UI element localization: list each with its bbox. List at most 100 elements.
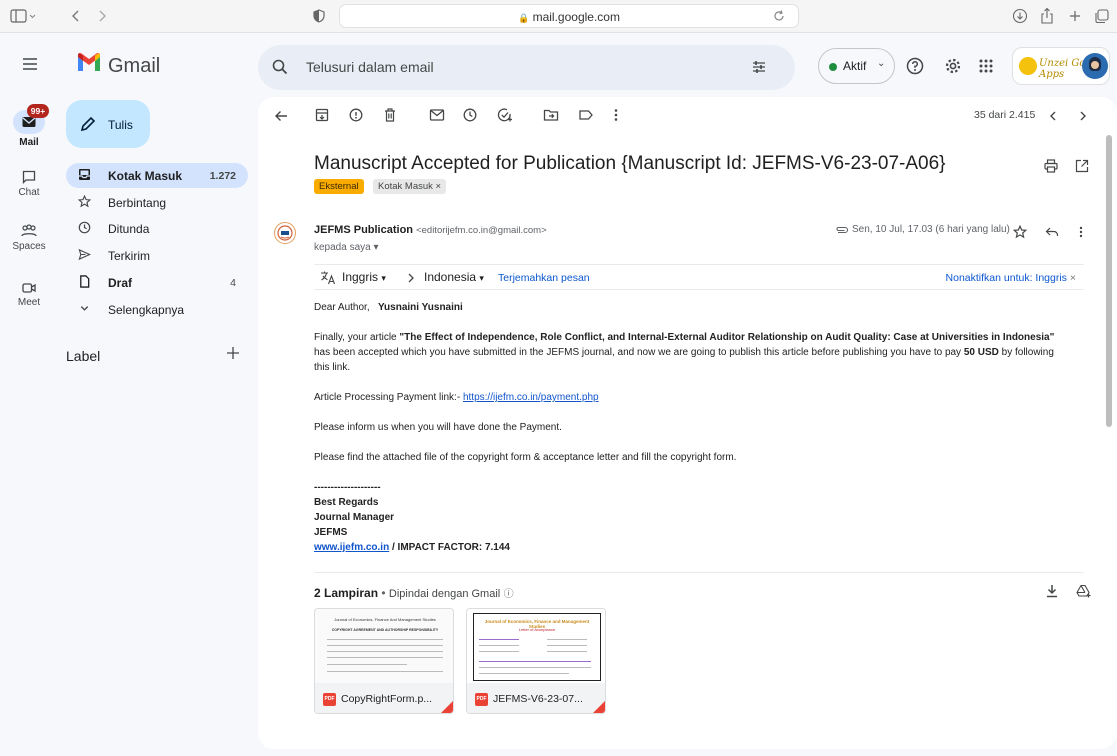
rail-label: Mail [19,137,39,148]
website-link[interactable]: www.ijefm.co.in [314,542,389,553]
help-icon[interactable] [906,57,924,75]
signature-line: JEFMS [314,527,348,538]
rail-item-spaces[interactable]: Spaces [0,224,58,252]
sidebar-toggle-icon[interactable] [10,6,36,26]
attachment-clip-icon [835,225,849,235]
more-options-icon[interactable] [613,107,619,123]
chevron-down-icon: ⌄ [877,58,886,69]
download-all-icon[interactable] [1046,584,1058,598]
search-input[interactable]: Telusuri dalam email [306,59,434,75]
status-chip[interactable]: Aktif ⌄ [818,48,895,84]
sender-email: <editorijefm.co.in@gmail.com> [416,225,547,236]
recipient-toggle[interactable]: kepada saya ▾ [314,242,379,253]
report-spam-icon[interactable] [349,107,363,123]
chevron-right-icon [406,271,416,285]
download-icon[interactable] [1012,6,1028,26]
archive-icon[interactable] [315,107,329,123]
reply-icon[interactable] [1045,226,1059,238]
attachment-card[interactable]: Journal of Economics, Finance and Manage… [466,608,606,714]
tab-overview-icon[interactable] [1094,6,1110,26]
body-paragraph: Please inform us when you will have done… [314,422,562,433]
sidebar-item-sent[interactable]: Terkirim [66,243,248,268]
sender-avatar [274,222,296,244]
privacy-shield-icon[interactable] [313,6,325,26]
back-to-inbox-icon[interactable] [274,109,288,123]
sender-name: JEFMS Publication [314,224,414,236]
star-icon [78,195,91,208]
translate-message-link[interactable]: Terjemahkan pesan [498,272,590,284]
body-paragraph: Please find the attached file of the cop… [314,452,737,463]
gmail-header: Gmail Telusuri dalam email Aktif ⌄ Unzei… [0,33,1117,97]
sidebar-item-label: Ditunda [108,222,150,236]
search-bar[interactable]: Telusuri dalam email [258,45,795,90]
forward-icon[interactable] [96,6,108,26]
url-bar[interactable]: 🔒 mail.google.com [339,4,799,28]
label-icon[interactable] [578,107,594,123]
apps-grid-icon[interactable] [978,58,994,74]
back-icon[interactable] [70,6,82,26]
sidebar-item-starred[interactable]: Berbintang [66,190,248,215]
close-icon[interactable]: × [1070,272,1076,284]
signature-line: Journal Manager [314,512,395,523]
pencil-icon [80,116,96,132]
inbox-tag[interactable]: Kotak Masuk × [373,179,447,194]
info-icon[interactable]: ⓘ [504,589,514,600]
sidebar-item-drafts[interactable]: Draf 4 [66,270,248,295]
inbox-icon [78,168,91,181]
disable-translation-link[interactable]: Nonaktifkan untuk: Inggris × [946,272,1076,284]
translate-icon [320,270,336,285]
corner-fold-icon [591,699,605,713]
sidebar-item-snoozed[interactable]: Ditunda [66,216,248,241]
rail-item-mail[interactable]: 99+ Mail [0,104,58,148]
status-label: Aktif [843,59,867,73]
sidebar-item-more[interactable]: Selengkapnya [66,297,248,322]
newer-icon[interactable] [1048,109,1058,123]
open-new-window-icon[interactable] [1075,159,1089,173]
chevron-down-icon [78,302,91,315]
star-icon[interactable] [1013,225,1027,239]
compose-button[interactable]: Tulis [66,100,150,148]
add-to-drive-icon[interactable] [1076,584,1092,598]
scrollbar[interactable] [1106,135,1112,427]
avatar[interactable] [1082,53,1108,79]
move-to-folder-icon[interactable] [543,107,559,123]
print-icon[interactable] [1044,159,1058,173]
add-label-icon[interactable] [226,346,240,360]
rail-item-meet[interactable]: Meet [0,282,58,308]
clock-icon [78,221,91,234]
message-more-icon[interactable] [1078,225,1084,239]
dropdown-arrow-icon: ▾ [381,273,386,283]
target-language[interactable]: Indonesia ▾ [424,270,484,284]
sidebar-item-inbox[interactable]: Kotak Masuk 1.272 [66,163,248,188]
snooze-clock-icon[interactable] [463,107,477,123]
sidebar-item-count: 4 [230,277,236,289]
search-icon[interactable] [272,59,288,75]
message-count: 35 dari 2.415 [974,109,1036,121]
message-body: Dear Author, Yusnaini Yusnaini Finally, … [314,300,1064,555]
source-language[interactable]: Inggris ▾ [342,270,386,284]
chat-icon [0,170,58,184]
delete-icon[interactable] [383,107,397,123]
translate-bar: Inggris ▾ Indonesia ▾ Terjemahkan pesan … [314,264,1084,290]
main-menu-icon[interactable] [22,57,38,71]
email-subject: Manuscript Accepted for Publication {Man… [314,153,946,174]
add-task-icon[interactable] [497,107,513,123]
new-tab-icon[interactable] [1068,6,1082,26]
dropdown-arrow-icon: ▾ [479,273,484,283]
signature-line: Best Regards [314,497,379,508]
attachment-card[interactable]: Journal of Economics, Finance And Manage… [314,608,454,714]
attachment-name: JEFMS-V6-23-07... [493,693,583,705]
mark-unread-icon[interactable] [429,107,445,123]
attachment-preview: Journal of Economics, Finance And Manage… [315,609,453,683]
settings-icon[interactable] [944,57,962,75]
reload-icon[interactable] [772,9,786,23]
organization-logo[interactable]: Unzei Google Apps [1012,47,1110,85]
share-icon[interactable] [1040,6,1054,26]
payment-amount: 50 USD [963,347,999,358]
body-paragraph: Finally, your article "The Effect of Ind… [314,332,1055,373]
search-options-icon[interactable] [751,59,767,75]
payment-link[interactable]: https://ijefm.co.in/payment.php [463,392,599,403]
gmail-logo-icon[interactable] [76,53,102,73]
older-icon[interactable] [1078,109,1088,123]
rail-item-chat[interactable]: Chat [0,170,58,198]
